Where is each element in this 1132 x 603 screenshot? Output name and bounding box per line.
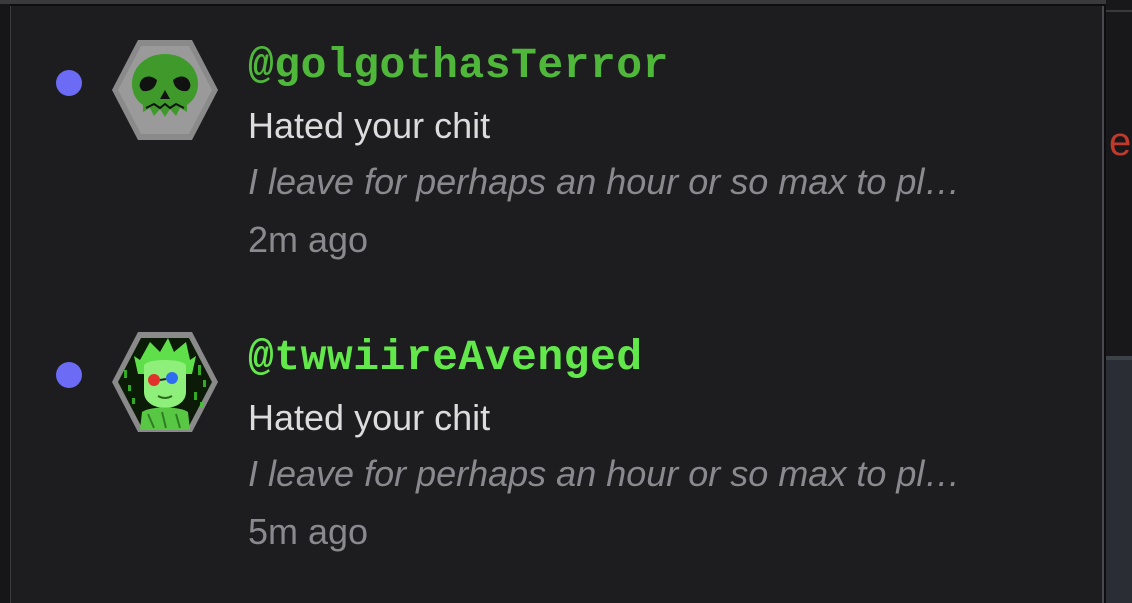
character-avatar-icon[interactable] <box>110 330 220 434</box>
notifications-dropdown: @golgothasTerror Hated your chit I leave… <box>10 6 1104 603</box>
background-divider <box>1106 10 1132 12</box>
notification-time: 2m ago <box>248 219 369 260</box>
skull-icon[interactable] <box>110 38 220 142</box>
notification-preview: I leave for perhaps an hour or so max to… <box>248 161 961 202</box>
background-page-bottom-right <box>1106 360 1132 603</box>
notification-action: Hated your chit <box>248 397 491 438</box>
notification-preview: I leave for perhaps an hour or so max to… <box>248 453 961 494</box>
background-page-top-right <box>1106 0 1132 360</box>
notification-time: 5m ago <box>248 511 369 552</box>
notification-username[interactable]: @twwiireAvenged <box>248 332 643 384</box>
notification-item[interactable]: @golgothasTerror Hated your chit I leave… <box>11 6 1105 260</box>
background-text-fragment: e <box>1109 120 1132 164</box>
notification-item[interactable]: @twwiireAvenged Hated your chit I leave … <box>11 298 1105 552</box>
notification-username[interactable]: @golgothasTerror <box>248 40 669 92</box>
page-top-border <box>0 0 1132 4</box>
unread-indicator <box>56 362 82 388</box>
page-left-edge <box>0 0 10 603</box>
notification-action: Hated your chit <box>248 105 491 146</box>
unread-indicator <box>56 70 82 96</box>
